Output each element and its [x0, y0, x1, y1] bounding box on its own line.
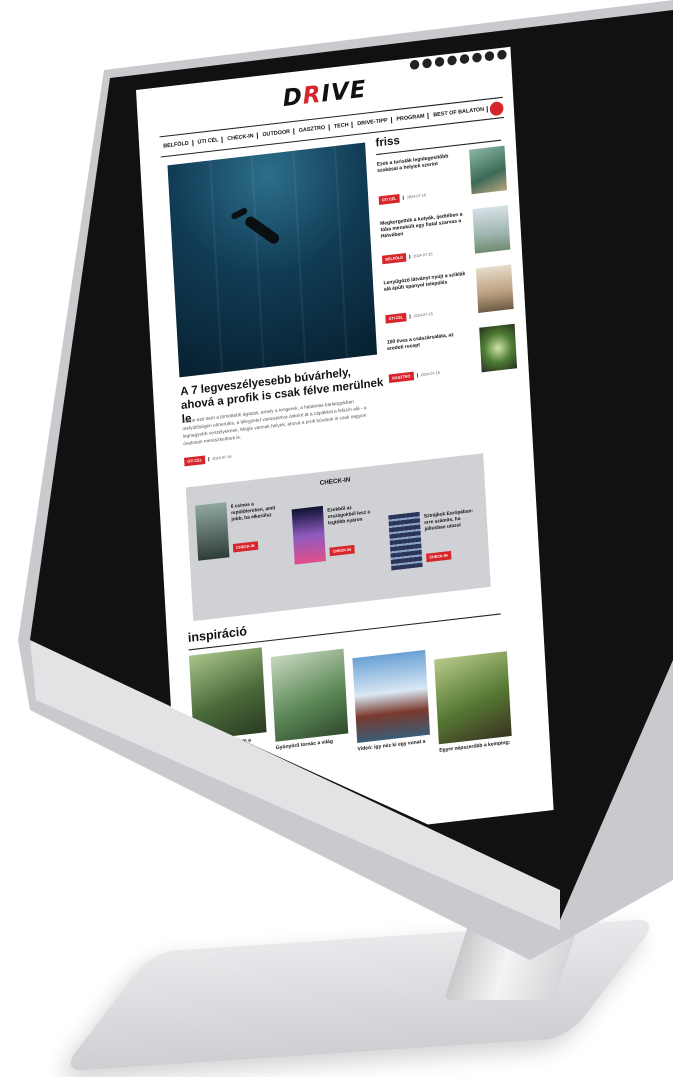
fresh-item-title[interactable]: Ezek a turisták legidegesítőbb szokásai …	[377, 153, 461, 176]
fresh-item-meta: BELFÖLD2024-07-15	[381, 250, 433, 265]
checkin-card[interactable]: Sztrájkok Európában: erre számíts, ha jú…	[388, 505, 485, 579]
fresh-section-title: friss	[375, 134, 401, 150]
best-of-balaton-badge-icon[interactable]	[489, 100, 504, 116]
fresh-item-tag[interactable]: ÚTI CÉL	[385, 312, 407, 324]
inspiracio-card[interactable]: Videó: így néz ki egy vonat a	[352, 649, 431, 764]
fresh-item-title[interactable]: Megkergették a kutyák, ijedtében a tóba …	[380, 212, 464, 241]
logo-text-left: D	[282, 83, 304, 113]
checkin-title: CHECK-IN	[319, 477, 351, 488]
fresh-item-date: 2024-07-15	[409, 311, 433, 319]
rss-icon[interactable]	[497, 49, 507, 61]
checkin-card[interactable]: 6 csinos a repülőtereken, amit jobb, ha …	[195, 495, 292, 569]
fresh-item-meta: ÚTI CÉL 2024-07-16	[378, 191, 427, 205]
fresh-item-date: 2024-07-15	[409, 252, 433, 260]
fresh-item-tag[interactable]: BELFÖLD	[381, 253, 407, 265]
checkin-card-image[interactable]	[388, 511, 423, 571]
nav-best-of-balaton[interactable]: BEST OF BALATON	[430, 105, 489, 119]
inspiracio-card[interactable]: Gyönyörű tornác a világ	[270, 648, 350, 763]
checkin-card[interactable]: Ezekből az országokból lesz a legtöbb ny…	[291, 499, 389, 573]
instagram-icon[interactable]	[422, 58, 433, 69]
facebook-icon[interactable]	[409, 59, 420, 71]
hero-image[interactable]	[167, 142, 378, 378]
nav-uti-cel[interactable]: ÚTI CÉL	[194, 136, 223, 147]
hero-category-tag[interactable]: ÚTI CÉL	[184, 455, 206, 467]
monitor: DRIVE BELFÖLD ÚTI CÉL CHECK-IN OUTDOOR G…	[0, 0, 673, 1077]
checkin-section: CHECK-IN 6 csinos a repülőtereken, amit …	[185, 453, 491, 622]
linkedin-icon[interactable]	[484, 50, 495, 62]
nav-outdoor[interactable]: OUTDOOR	[259, 128, 295, 139]
fresh-item[interactable]: Ezek a turisták legidegesítőbb szokásai …	[377, 145, 510, 213]
fresh-item-date: 2024-07-15	[416, 370, 440, 378]
fresh-item-title[interactable]: 100 éves a császársaláta, az eredeti rec…	[387, 331, 471, 354]
checkin-card-image[interactable]	[195, 502, 230, 561]
fresh-item-thumbnail[interactable]	[469, 145, 507, 195]
checkin-card-image[interactable]	[291, 505, 326, 565]
nav-program[interactable]: PROGRAM	[393, 112, 429, 124]
pinterest-icon[interactable]	[459, 53, 470, 65]
inspiracio-card-image[interactable]	[352, 649, 430, 744]
hero-meta: ÚTI CÉL 2024-07-16	[184, 452, 232, 467]
checkin-card-title[interactable]: Sztrájkok Európában: erre számíts, ha jú…	[424, 507, 477, 532]
diver-shape	[243, 214, 282, 246]
inspiracio-card-image[interactable]	[270, 648, 349, 742]
inspiracio-card[interactable]: Egyre népszerűbb a kemping:	[434, 651, 513, 765]
fresh-item-meta: ÚTI CÉL 2024-07-15	[385, 310, 433, 324]
fresh-item-title[interactable]: Lenyűgöző látványt nyújt a sziklák alá é…	[383, 272, 467, 295]
fresh-item[interactable]: 100 éves a császársaláta, az eredeti rec…	[387, 323, 520, 391]
hero-date: 2024-07-16	[208, 454, 232, 462]
checkin-card-tag[interactable]: CHECK-IN	[329, 544, 355, 557]
fresh-item-tag[interactable]: ÚTI CÉL	[378, 194, 400, 205]
nav-gasztro[interactable]: GASZTRO	[295, 124, 330, 135]
fresh-item-tag[interactable]: GASZTRO	[388, 371, 414, 383]
fresh-item-meta: GASZTRO2024-07-15	[388, 369, 440, 383]
nav-tech[interactable]: TECH	[330, 121, 353, 131]
checkin-card-title[interactable]: 6 csinos a repülőtereken, amit jobb, ha …	[231, 498, 284, 523]
tiktok-icon[interactable]	[434, 56, 445, 68]
nav-check-in[interactable]: CHECK-IN	[223, 132, 259, 143]
nav-drive-tipp[interactable]: DRIVE-TIPP	[354, 117, 392, 128]
fresh-item-thumbnail[interactable]	[475, 264, 514, 313]
fresh-item-thumbnail[interactable]	[479, 323, 518, 373]
inspiracio-title: inspiráció	[187, 623, 248, 646]
checkin-card-tag[interactable]: CHECK-IN	[232, 541, 258, 553]
logo-text-right: IVE	[320, 76, 368, 108]
checkin-card-title[interactable]: Ezekből az országokból lesz a legtöbb ny…	[327, 502, 380, 527]
inspiracio-card-image[interactable]	[434, 651, 512, 745]
fresh-item-date: 2024-07-16	[402, 193, 427, 201]
youtube-icon[interactable]	[447, 55, 457, 66]
spotify-icon[interactable]	[472, 52, 482, 63]
fresh-item[interactable]: Lenyűgöző látványt nyújt a sziklák alá é…	[383, 264, 516, 332]
checkin-card-tag[interactable]: CHECK-IN	[426, 550, 452, 563]
fresh-item-thumbnail[interactable]	[472, 205, 511, 254]
logo-mark: R	[302, 81, 323, 111]
nav-belfold[interactable]: BELFÖLD	[159, 140, 194, 151]
fresh-item[interactable]: Megkergették a kutyák, ijedtében a tóba …	[380, 205, 513, 273]
